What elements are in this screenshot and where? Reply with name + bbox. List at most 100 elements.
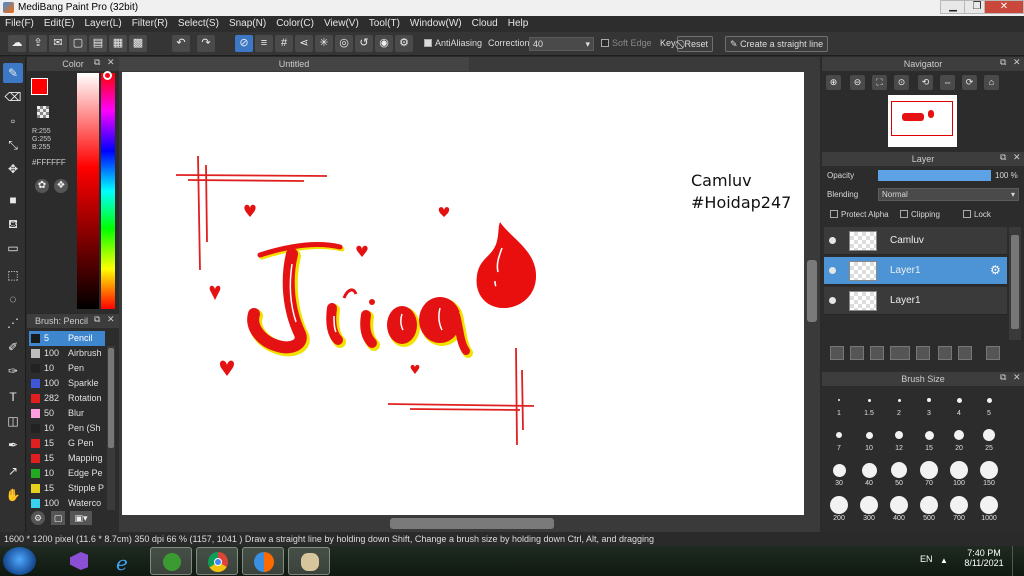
float-icon[interactable]: ⧉	[1000, 152, 1006, 163]
brush-item[interactable]: 50 Blur	[29, 406, 105, 421]
brush-item[interactable]: 15 Stipple P	[29, 481, 105, 496]
undo-icon[interactable]: ↶	[172, 35, 190, 52]
zoom-in-icon[interactable]: ⊕	[826, 75, 841, 90]
layer-list-scrollbar[interactable]	[1009, 227, 1021, 340]
settings-doc-icon[interactable]: ▦	[109, 35, 127, 52]
clipping-toggle[interactable]: Clipping	[900, 210, 940, 219]
internet-explorer-icon[interactable]: e	[104, 547, 146, 575]
cross-snap-icon[interactable]: #	[275, 35, 293, 52]
eyedropper-tool-icon[interactable]: ✒	[3, 435, 23, 455]
eraser-tool-icon[interactable]: ⌫	[3, 87, 23, 107]
brush-size-option[interactable]: 1	[824, 389, 854, 420]
select-tool-icon[interactable]: ⬚	[3, 265, 23, 285]
float-icon[interactable]: ⧉	[1000, 372, 1006, 383]
foreground-color-swatch[interactable]	[31, 78, 48, 95]
close-icon[interactable]: ✕	[107, 314, 115, 325]
color-history-icon[interactable]: ❖	[54, 179, 68, 193]
menu-select[interactable]: Select(S)	[173, 16, 224, 31]
new-halftone-layer-icon[interactable]	[850, 346, 864, 360]
duplicate-layer-icon[interactable]	[938, 346, 952, 360]
merge-down-icon[interactable]	[958, 346, 972, 360]
brush-size-option[interactable]: 100	[944, 459, 974, 490]
lock-toggle[interactable]: Lock	[963, 210, 991, 219]
panel-divide-tool-icon[interactable]: ◫	[3, 411, 23, 431]
brush-settings-icon[interactable]: ⚙	[31, 511, 45, 525]
minimize-button[interactable]: ▁	[940, 0, 966, 14]
share-icon[interactable]: ⇪	[29, 35, 47, 52]
new-layer-icon[interactable]	[830, 346, 844, 360]
float-icon[interactable]: ⧉	[94, 314, 100, 325]
close-icon[interactable]: ✕	[1013, 57, 1021, 68]
brush-size-option[interactable]: 10	[854, 424, 884, 455]
saturation-brightness-bar[interactable]	[77, 73, 99, 309]
blending-select[interactable]: Normal ▾	[878, 188, 1019, 201]
menu-edit[interactable]: Edit(E)	[39, 16, 80, 31]
paint-icon[interactable]	[288, 547, 330, 575]
transparent-color-swatch[interactable]	[37, 106, 49, 118]
brush-item[interactable]: 15 G Pen	[29, 436, 105, 451]
protect-alpha-checkbox[interactable]	[830, 210, 838, 218]
straight-line-button[interactable]: ✎ Create a straight line	[725, 36, 829, 52]
fit-icon[interactable]: ⛶	[872, 75, 887, 90]
eye-icon[interactable]	[829, 267, 836, 274]
eye-icon[interactable]	[829, 237, 836, 244]
brush-size-option[interactable]: 200	[824, 494, 854, 525]
folder-icon[interactable]	[916, 346, 930, 360]
select-eraser-tool-icon[interactable]: ✑	[3, 361, 23, 381]
clock[interactable]: 7:40 PM 8/11/2021	[962, 548, 1006, 568]
brush-size-option[interactable]: 300	[854, 494, 884, 525]
move-tool-icon[interactable]: ✥	[3, 159, 23, 179]
brush-size-option[interactable]: 20	[944, 424, 974, 455]
menu-layer[interactable]: Layer(L)	[79, 16, 126, 31]
new-file-icon[interactable]: ▢	[69, 35, 87, 52]
snap-settings-icon[interactable]: ⚙	[395, 35, 413, 52]
brush-size-option[interactable]: 25	[974, 424, 1004, 455]
layer-row-selected[interactable]: Layer1 ⚙	[824, 257, 1007, 285]
brush-size-option[interactable]: 3	[914, 389, 944, 420]
chrome-icon[interactable]	[196, 547, 238, 575]
redo-icon[interactable]: ↷	[197, 35, 215, 52]
brush-size-option[interactable]: 700	[944, 494, 974, 525]
add-layer-menu-icon[interactable]	[890, 346, 910, 360]
snap-off-icon[interactable]: ⊘	[235, 35, 253, 52]
brush-size-option[interactable]: 15	[914, 424, 944, 455]
brush-size-option[interactable]: 5	[974, 389, 1004, 420]
correction-select[interactable]: 40 ▾	[529, 37, 594, 51]
text-tool-icon[interactable]: T	[3, 387, 23, 407]
brush-item[interactable]: 282 Rotation	[29, 391, 105, 406]
brush-size-option[interactable]: 7	[824, 424, 854, 455]
reset-button[interactable]: ⃠ Reset	[677, 36, 714, 52]
ellipse-snap-icon[interactable]: ◉	[375, 35, 393, 52]
layer-list-scroll-thumb[interactable]	[1011, 235, 1019, 329]
brush-item[interactable]: 100 Sparkle	[29, 376, 105, 391]
canvas-vertical-scroll-thumb[interactable]	[807, 260, 817, 322]
brush-list-scroll-thumb[interactable]	[108, 348, 114, 448]
menu-snap[interactable]: Snap(N)	[224, 16, 271, 31]
brush-item[interactable]: 10 Pen (Sh	[29, 421, 105, 436]
menu-view[interactable]: View(V)	[319, 16, 364, 31]
brush-size-option[interactable]: 12	[884, 424, 914, 455]
menu-window[interactable]: Window(W)	[405, 16, 467, 31]
rotate-left-icon[interactable]: ⟲	[918, 75, 933, 90]
menu-file[interactable]: File(F)	[0, 16, 39, 31]
gear-icon[interactable]: ⚙	[990, 263, 1001, 277]
trash-icon[interactable]	[986, 346, 1000, 360]
circle-snap-icon[interactable]: ◎	[335, 35, 353, 52]
brush-size-option[interactable]: 4	[944, 389, 974, 420]
layer-row[interactable]: Layer1	[824, 287, 1007, 315]
chat-icon[interactable]: ✉	[49, 35, 67, 52]
float-icon[interactable]: ⧉	[1000, 57, 1006, 68]
brush-size-option[interactable]: 70	[914, 459, 944, 490]
gradient-tool-icon[interactable]: ▭	[3, 238, 23, 258]
menu-color[interactable]: Color(C)	[271, 16, 319, 31]
brush-size-option[interactable]: 500	[914, 494, 944, 525]
brush-size-option[interactable]: 30	[824, 459, 854, 490]
parallel-snap-icon[interactable]: ≡	[255, 35, 273, 52]
reset-view-icon[interactable]: ⌂	[984, 75, 999, 90]
add-brush-icon[interactable]: ▢	[51, 511, 65, 525]
tab-untitled[interactable]: Untitled	[119, 57, 469, 71]
brush-list-scrollbar[interactable]	[107, 346, 115, 510]
canvas-horizontal-scrollbar[interactable]	[122, 516, 804, 530]
zoom-out-icon[interactable]: ⊖	[850, 75, 865, 90]
radial-snap-icon[interactable]: ✳	[315, 35, 333, 52]
